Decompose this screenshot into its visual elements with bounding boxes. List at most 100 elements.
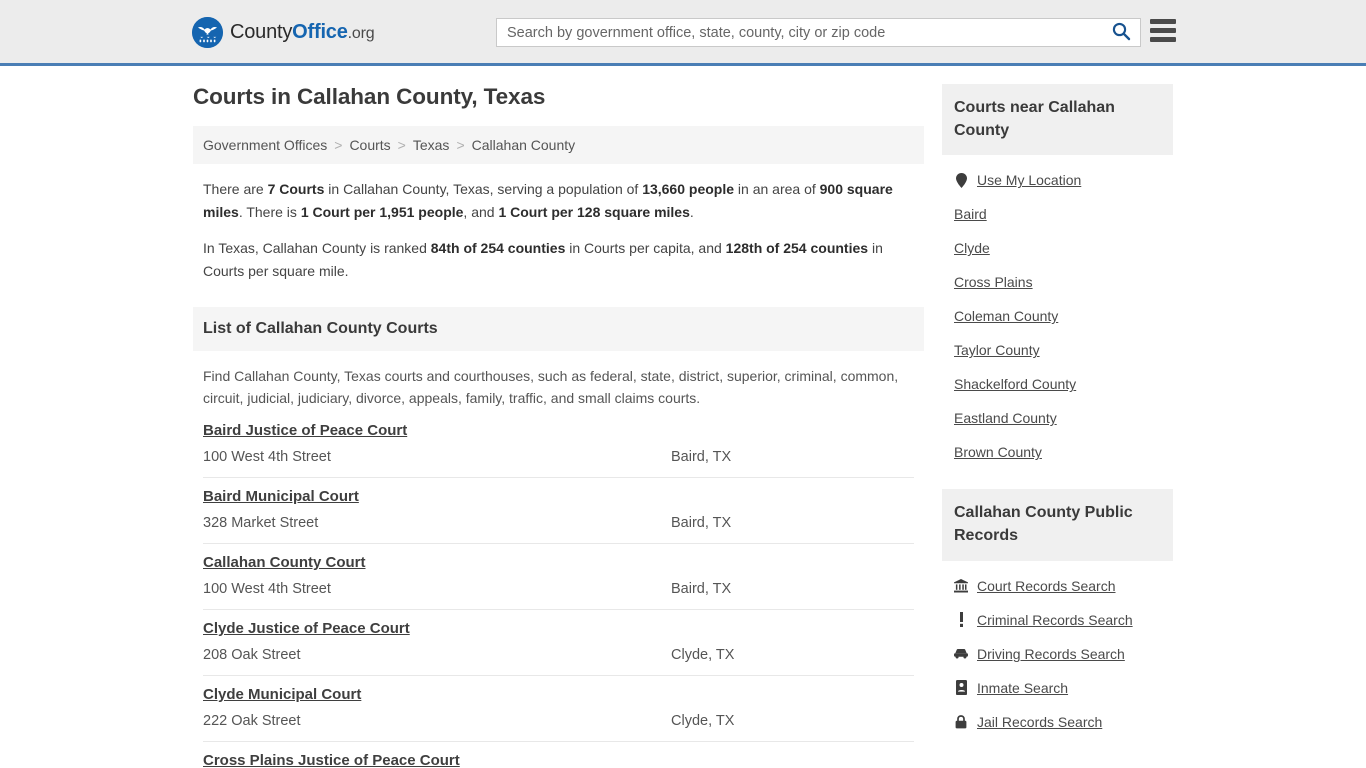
sidebar-item-criminal-records-search[interactable]: Criminal Records Search [942,603,1173,637]
logo-text-county: County [230,21,293,43]
sidebar-item-label: Brown County [954,444,1042,461]
court-address: 328 Market Street [203,515,319,532]
courthouse-icon [954,578,968,594]
hamburger-bar [1150,28,1176,33]
stat-per-capita: 1 Court per 1,951 people [300,203,464,220]
lock-icon [954,714,968,730]
sidebar-item-coleman-county[interactable]: Coleman County [942,299,1173,333]
hamburger-bar [1150,37,1176,42]
sidebar-item-label: Use My Location [977,172,1082,189]
main-column: Courts in Callahan County, Texas Governm… [193,84,924,768]
sidebar-item-label: Shackelford County [954,376,1077,393]
court-list-item: Baird Justice of Peace Court 100 West 4t… [203,418,914,479]
sidebar-item-brown-county[interactable]: Brown County [942,435,1173,469]
search-input[interactable] [497,19,1102,46]
sidebar-item-label: Clyde [954,240,990,257]
court-city: Baird, TX [671,515,732,532]
sidebar-item-taylor-county[interactable]: Taylor County [942,333,1173,367]
car-icon [954,646,968,662]
court-name-link[interactable]: Callahan County Court [203,554,366,571]
court-detail: 100 West 4th Street Baird, TX [203,581,914,597]
search-bar[interactable] [496,18,1141,47]
sidebar-item-label: Coleman County [954,308,1059,325]
court-address: 208 Oak Street [203,647,301,664]
page-body: Courts in Callahan County, Texas Governm… [0,66,1366,768]
stat-population: 13,660 people [642,181,735,197]
intro-text: In Texas, Callahan County is ranked [203,240,431,257]
breadcrumb-item-callahan-county[interactable]: Callahan County [472,137,576,153]
court-detail: 222 Oak Street Clyde, TX [203,713,914,729]
search-icon [1111,21,1131,44]
sidebar: Courts near Callahan County Use My Locat… [942,84,1173,768]
sidebar-item-eastland-county[interactable]: Eastland County [942,401,1173,435]
intro-text: , and [463,203,499,220]
court-name-link[interactable]: Baird Municipal Court [203,488,359,505]
court-list-item: Callahan County Court 100 West 4th Stree… [203,544,914,611]
eagle-stars-seal-icon [192,17,223,48]
sidebar-item-baird[interactable]: Baird [942,197,1173,231]
court-city: Clyde, TX [671,713,735,730]
court-name-link[interactable]: Baird Justice of Peace Court [203,422,407,439]
stat-rank-per-sq-mile: 128th of 254 counties [725,240,869,257]
intro-text: in an area of [734,181,820,197]
logo-text-office: Office [292,21,348,43]
sidebar-section-nearby-courts: Courts near Callahan County Use My Locat… [942,84,1173,469]
hamburger-bar [1150,19,1176,24]
breadcrumb-item-government-offices[interactable]: Government Offices [203,137,327,153]
court-name-link[interactable]: Cross Plains Justice of Peace Court [203,752,460,768]
sidebar-item-clyde[interactable]: Clyde [942,231,1173,265]
sidebar-section-public-records: Callahan County Public Records Court Rec… [942,489,1173,738]
breadcrumb-item-courts[interactable]: Courts [349,137,390,153]
breadcrumb: Government Offices > Courts > Texas > Ca… [193,126,924,164]
court-address: 100 West 4th Street [203,581,331,598]
breadcrumb-separator-icon: > [334,137,343,153]
sidebar-item-shackelford-county[interactable]: Shackelford County [942,367,1173,401]
sidebar-item-use-my-location[interactable]: Use My Location [942,163,1173,197]
breadcrumb-item-texas[interactable]: Texas [413,137,450,153]
site-header: CountyOffice.org [0,0,1366,66]
intro-text: . There is [238,203,301,220]
court-list-item: Cross Plains Justice of Peace Court 424 … [203,742,914,768]
intro-text: in Courts per capita, and [565,240,726,257]
court-list-item: Clyde Justice of Peace Court 208 Oak Str… [203,610,914,677]
sidebar-item-court-records-search[interactable]: Court Records Search [942,569,1173,603]
section-description: Find Callahan County, Texas courts and c… [203,367,899,407]
sidebar-item-label: Inmate Search [977,679,1069,696]
court-city: Baird, TX [671,581,732,598]
search-button[interactable] [1102,19,1140,46]
breadcrumb-separator-icon: > [456,137,465,153]
intro-text: There are [203,181,268,197]
intro-text: in Callahan County, Texas, serving a pop… [324,181,643,197]
breadcrumb-separator-icon: > [397,137,406,153]
hamburger-menu-icon[interactable] [1150,19,1176,42]
sidebar-item-jail-records-search[interactable]: Jail Records Search [942,705,1173,739]
stat-court-count: 7 Courts [267,181,325,197]
sidebar-item-label: Court Records Search [977,577,1116,594]
sidebar-item-label: Driving Records Search [977,645,1125,662]
page-title: Courts in Callahan County, Texas [193,84,546,109]
logo-text-org: .org [347,25,375,42]
court-address: 222 Oak Street [203,713,301,730]
sidebar-heading-nearby: Courts near Callahan County [942,84,1173,156]
sidebar-item-cross-plains[interactable]: Cross Plains [942,265,1173,299]
site-logo-text: CountyOffice.org [230,21,375,44]
intro-paragraph-counts: There are 7 Courts in Callahan County, T… [203,178,914,223]
court-detail: 100 West 4th Street Baird, TX [203,449,914,465]
court-name-link[interactable]: Clyde Municipal Court [203,686,361,703]
court-detail: 208 Oak Street Clyde, TX [203,647,914,663]
court-city: Clyde, TX [671,647,735,664]
content-container: Courts in Callahan County, Texas Governm… [193,66,1173,768]
sidebar-item-label: Eastland County [954,410,1057,427]
sidebar-item-inmate-search[interactable]: Inmate Search [942,671,1173,705]
sidebar-nearby-links: Use My Location Baird Clyde Cross Plains… [942,155,1173,469]
site-logo[interactable]: CountyOffice.org [192,17,375,48]
sidebar-item-driving-records-search[interactable]: Driving Records Search [942,637,1173,671]
court-list-item: Clyde Municipal Court 222 Oak Street Cly… [203,676,914,743]
court-city: Baird, TX [671,449,732,466]
sidebar-records-links: Court Records Search Criminal Records Se… [942,561,1173,739]
court-name-link[interactable]: Clyde Justice of Peace Court [203,620,410,637]
stat-per-area: 1 Court per 128 square miles [498,203,690,220]
stat-rank-per-capita: 84th of 254 counties [430,240,566,257]
court-list-item: Baird Municipal Court 328 Market Street … [203,478,914,545]
court-list: Baird Justice of Peace Court 100 West 4t… [193,418,924,768]
